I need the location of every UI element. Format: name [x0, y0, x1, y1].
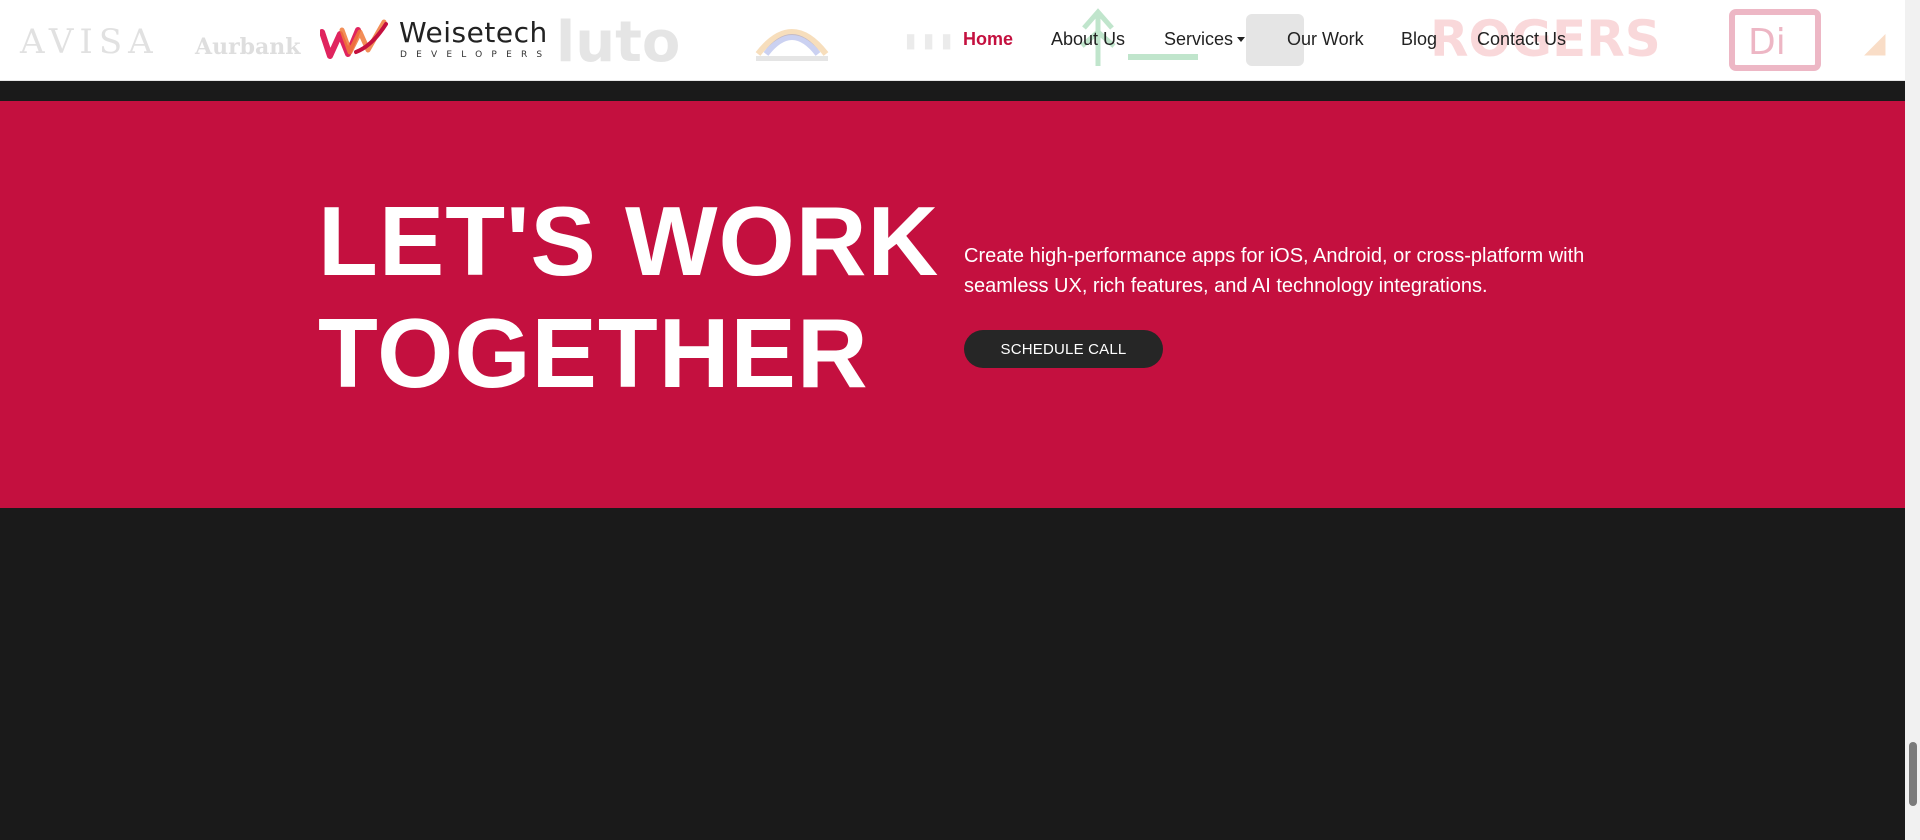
main-navigation: Home About Us Services Our Work Blog Con… [0, 29, 1905, 53]
footer-area [0, 508, 1905, 840]
nav-our-work-link[interactable]: Our Work [1287, 29, 1364, 50]
nav-contact-link[interactable]: Contact Us [1477, 29, 1566, 50]
schedule-call-button[interactable]: SCHEDULE CALL [964, 330, 1163, 368]
cta-heading-line-1: LET'S WORK [318, 186, 940, 296]
nav-home-link[interactable]: Home [963, 29, 1013, 50]
page-scrollbar[interactable] [1905, 0, 1920, 840]
nav-services-label: Services [1164, 29, 1234, 49]
scrollbar-thumb[interactable] [1909, 742, 1917, 806]
cta-description: Create high-performance apps for iOS, An… [964, 245, 1585, 297]
cta-section: LET'S WORK TOGETHER Create high-performa… [0, 101, 1905, 508]
nav-services-dropdown[interactable]: Services [1164, 29, 1246, 50]
caret-down-icon [1237, 37, 1246, 42]
cta-heading: LET'S WORK TOGETHER [318, 185, 940, 409]
site-header: AVISA Aurbank luto ▮ ▮ ▮ ROGERS Di ◢ Wei… [0, 0, 1905, 81]
nav-blog-link[interactable]: Blog [1401, 29, 1437, 50]
cta-heading-line-2: TOGETHER [318, 298, 869, 408]
nav-about-link[interactable]: About Us [1051, 29, 1125, 50]
